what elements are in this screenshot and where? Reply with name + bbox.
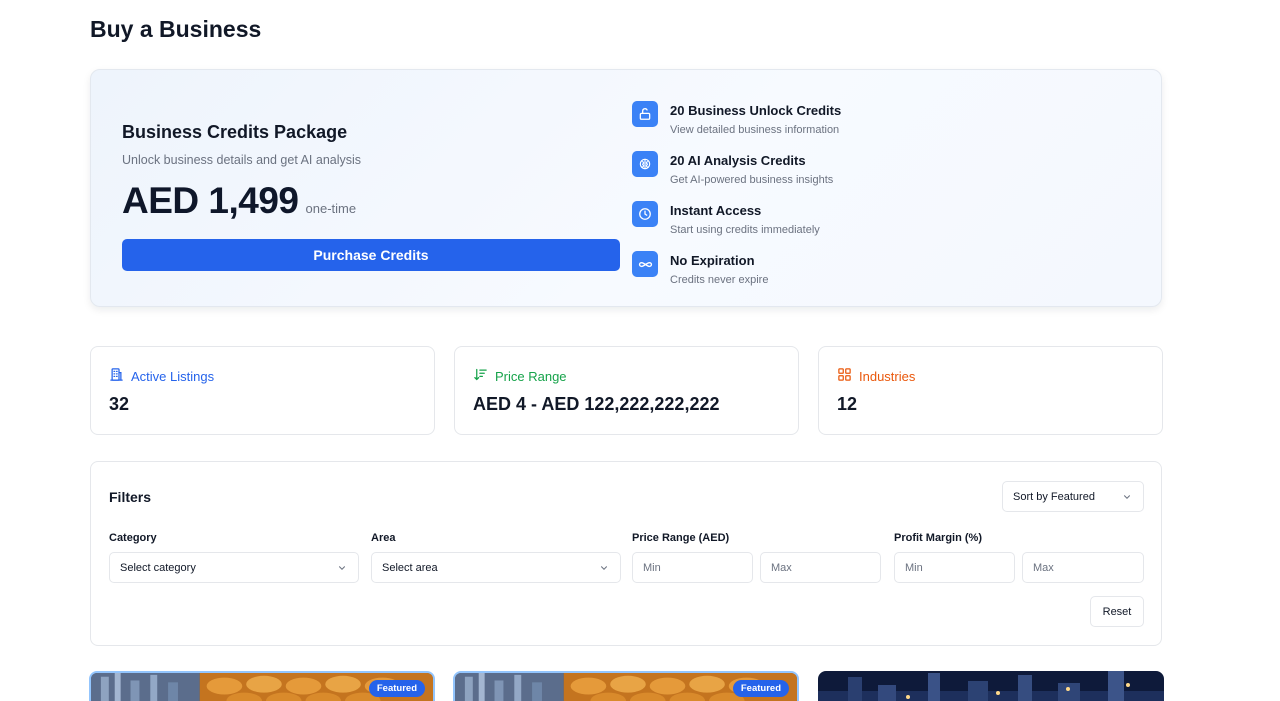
feature-description: View detailed business information (670, 124, 840, 136)
sort-down-icon (473, 367, 488, 385)
feature-title: Instant Access (670, 203, 762, 218)
area-select-value: Select area (382, 561, 438, 574)
area-select[interactable]: Select area (371, 552, 621, 583)
sort-select[interactable]: Sort by Featured (1002, 481, 1144, 512)
filters-panel: Filters Sort by Featured Category Select… (90, 461, 1162, 646)
stat-label-row: Industries (837, 367, 915, 385)
feature-title: 20 AI Analysis Credits (670, 153, 806, 168)
price-row: AED 1,499 one-time (122, 180, 356, 222)
purchase-credits-button[interactable]: Purchase Credits (122, 239, 620, 271)
chevron-down-icon (1123, 494, 1131, 499)
stat-card-price-range: Price Range AED 4 - AED 122,222,222,222 (454, 346, 799, 435)
category-select-value: Select category (120, 561, 196, 574)
listing-card[interactable]: Featured (89, 671, 435, 701)
stat-value: 32 (109, 394, 130, 414)
infinity-icon (632, 251, 658, 277)
chevron-down-icon (338, 565, 346, 570)
stat-value: AED 4 - AED 122,222,222,222 (473, 394, 720, 414)
unlock-icon (632, 101, 658, 127)
category-label: Category (109, 532, 157, 544)
stat-label-row: Active Listings (109, 367, 214, 385)
stat-value: 12 (837, 394, 858, 414)
package-price: AED 1,499 (122, 180, 299, 221)
feature-description: Get AI-powered business insights (670, 174, 834, 186)
feature-item: 20 AI Analysis Credits Get AI-powered bu… (632, 150, 1052, 194)
listing-card[interactable] (818, 671, 1164, 701)
chevron-down-icon (600, 565, 608, 570)
building-icon (109, 367, 124, 385)
profit-min-input[interactable] (894, 552, 1015, 583)
feature-item: 20 Business Unlock Credits View detailed… (632, 100, 1052, 144)
reset-button[interactable]: Reset (1090, 596, 1144, 627)
profit-max-input[interactable] (1022, 552, 1144, 583)
clock-icon (632, 201, 658, 227)
filters-title: Filters (109, 489, 152, 505)
stat-label: Active Listings (131, 368, 215, 384)
feature-title: No Expiration (670, 253, 755, 268)
grid-icon (837, 367, 852, 385)
package-period: one-time (305, 201, 357, 216)
listing-card[interactable]: Featured (453, 671, 799, 701)
stat-label: Industries (859, 368, 916, 384)
feature-item: Instant Access Start using credits immed… (632, 200, 1052, 244)
price-range-label: Price Range (AED) (632, 532, 730, 544)
featured-badge: Featured (732, 680, 789, 697)
feature-item: No Expiration Credits never expire (632, 250, 1052, 294)
price-min-input[interactable] (632, 552, 753, 583)
credits-package-card: Business Credits Package Unlock business… (90, 69, 1162, 307)
listing-image (818, 671, 1164, 701)
feature-description: Credits never expire (670, 274, 769, 286)
stat-card-active-listings: Active Listings 32 (90, 346, 435, 435)
featured-badge: Featured (368, 680, 425, 697)
stat-card-industries: Industries 12 (818, 346, 1163, 435)
package-title: Business Credits Package (122, 122, 348, 142)
category-select[interactable]: Select category (109, 552, 359, 583)
feature-description: Start using credits immediately (670, 224, 820, 236)
price-max-input[interactable] (760, 552, 881, 583)
brain-icon (632, 151, 658, 177)
package-subtitle: Unlock business details and get AI analy… (122, 153, 362, 167)
stat-label: Price Range (495, 368, 567, 384)
stat-label-row: Price Range (473, 367, 567, 385)
page-title: Buy a Business (90, 16, 262, 42)
area-label: Area (371, 532, 396, 544)
profit-margin-label: Profit Margin (%) (894, 532, 982, 544)
feature-title: 20 Business Unlock Credits (670, 103, 842, 118)
sort-select-value: Sort by Featured (1013, 490, 1095, 503)
